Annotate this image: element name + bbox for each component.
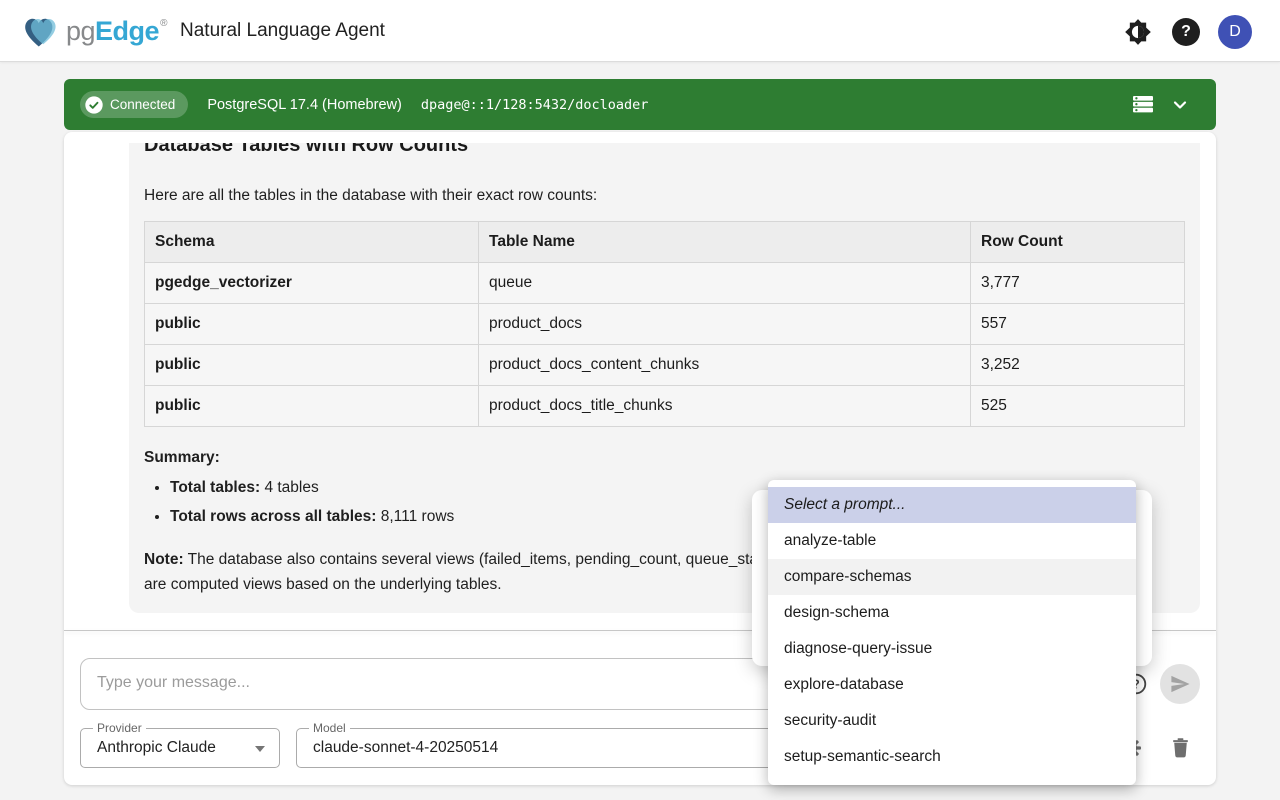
connection-status: Connected bbox=[110, 97, 175, 112]
cell-row-count: 557 bbox=[971, 304, 1185, 345]
column-header-schema: Schema bbox=[145, 222, 479, 263]
message-heading: Database Tables with Row Counts bbox=[144, 143, 1184, 159]
cell-table-name: product_docs bbox=[479, 304, 971, 345]
summary-item-label: Total rows across all tables: bbox=[170, 508, 376, 525]
note-line2: are computed views based on the underlyi… bbox=[144, 576, 502, 593]
table-row: public product_docs_content_chunks 3,252 bbox=[145, 345, 1185, 386]
chevron-down-icon[interactable] bbox=[1170, 95, 1190, 115]
page-title: Natural Language Agent bbox=[180, 20, 385, 42]
cell-schema: public bbox=[145, 304, 479, 345]
summary-heading: Summary: bbox=[144, 447, 1184, 469]
cell-row-count: 3,777 bbox=[971, 263, 1185, 304]
summary-item-value: 8,111 rows bbox=[376, 508, 454, 525]
app-header: pgEdge® Natural Language Agent ? D bbox=[0, 0, 1280, 62]
select-arrow-icon bbox=[255, 746, 265, 752]
cell-row-count: 3,252 bbox=[971, 345, 1185, 386]
cell-table-name: product_docs_title_chunks bbox=[479, 386, 971, 427]
menu-item-compare-schemas[interactable]: compare-schemas bbox=[768, 559, 1136, 595]
app-window: pgEdge® Natural Language Agent ? D Conne… bbox=[0, 0, 1280, 800]
help-glyph: ? bbox=[1181, 23, 1191, 41]
note-label: Note: bbox=[144, 551, 184, 568]
connection-bar: Connected PostgreSQL 17.4 (Homebrew) dpa… bbox=[64, 79, 1216, 130]
menu-item-explore-database[interactable]: explore-database bbox=[768, 667, 1136, 703]
cell-table-name: product_docs_content_chunks bbox=[479, 345, 971, 386]
send-button[interactable] bbox=[1160, 664, 1200, 704]
pgedge-heart-icon bbox=[18, 10, 64, 52]
menu-item-security-audit[interactable]: security-audit bbox=[768, 703, 1136, 739]
summary-item-label: Total tables: bbox=[170, 479, 260, 496]
trash-icon[interactable] bbox=[1169, 736, 1192, 759]
cell-row-count: 525 bbox=[971, 386, 1185, 427]
table-row: public product_docs 557 bbox=[145, 304, 1185, 345]
provider-select[interactable]: Provider Anthropic Claude bbox=[80, 728, 280, 768]
menu-item-diagnose-query-issue[interactable]: diagnose-query-issue bbox=[768, 631, 1136, 667]
user-avatar[interactable]: D bbox=[1218, 15, 1252, 49]
prompt-dropdown-menu: Select a prompt... analyze-table compare… bbox=[768, 480, 1136, 785]
cell-schema: public bbox=[145, 386, 479, 427]
provider-label: Provider bbox=[93, 721, 146, 735]
menu-item-placeholder[interactable]: Select a prompt... bbox=[768, 487, 1136, 523]
cell-table-name: queue bbox=[479, 263, 971, 304]
model-label: Model bbox=[309, 721, 350, 735]
check-circle-icon bbox=[85, 96, 103, 114]
column-header-table-name: Table Name bbox=[479, 222, 971, 263]
menu-item-analyze-table[interactable]: analyze-table bbox=[768, 523, 1136, 559]
table-row: public product_docs_title_chunks 525 bbox=[145, 386, 1185, 427]
cell-schema: public bbox=[145, 345, 479, 386]
row-counts-table: Schema Table Name Row Count pgedge_vecto… bbox=[144, 221, 1185, 427]
pgedge-logo-text: pgEdge® bbox=[66, 16, 167, 47]
table-header-row: Schema Table Name Row Count bbox=[145, 222, 1185, 263]
send-icon bbox=[1169, 673, 1191, 695]
dark-mode-toggle-icon[interactable] bbox=[1124, 18, 1152, 46]
menu-item-setup-semantic-search[interactable]: setup-semantic-search bbox=[768, 739, 1136, 775]
storage-icon[interactable] bbox=[1132, 93, 1154, 115]
pgedge-logo: pgEdge® bbox=[18, 9, 167, 53]
server-version: PostgreSQL 17.4 (Homebrew) bbox=[207, 97, 402, 113]
connected-badge: Connected bbox=[80, 91, 188, 118]
cell-schema: pgedge_vectorizer bbox=[145, 263, 479, 304]
connection-string: dpage@::1/128:5432/docloader bbox=[421, 97, 649, 113]
table-row: pgedge_vectorizer queue 3,777 bbox=[145, 263, 1185, 304]
help-icon[interactable]: ? bbox=[1172, 18, 1200, 46]
column-header-row-count: Row Count bbox=[971, 222, 1185, 263]
menu-item-design-schema[interactable]: design-schema bbox=[768, 595, 1136, 631]
avatar-initial: D bbox=[1229, 23, 1241, 41]
message-intro: Here are all the tables in the database … bbox=[144, 184, 1184, 208]
summary-item-value: 4 tables bbox=[260, 479, 319, 496]
